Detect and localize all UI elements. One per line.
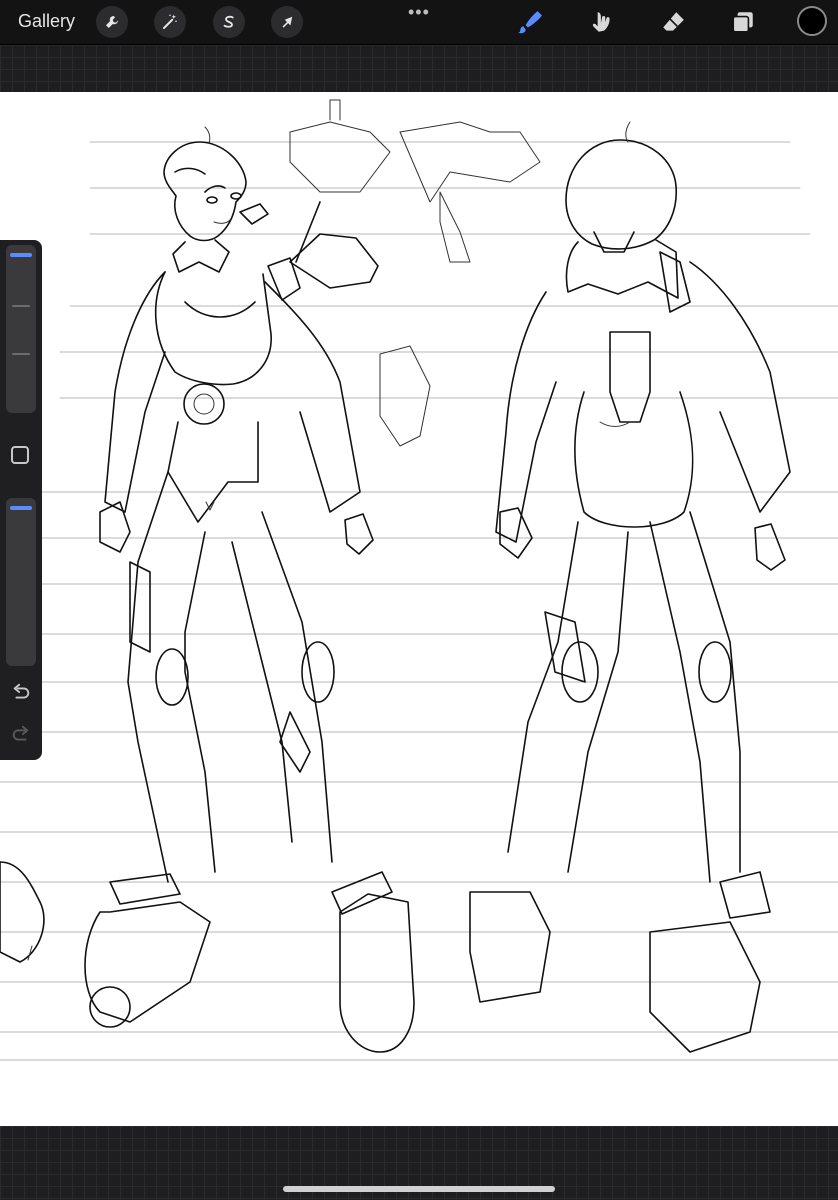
redo-icon[interactable] [10,724,32,746]
home-indicator[interactable] [283,1186,555,1192]
opacity-slider[interactable] [6,498,36,666]
selection-s-icon[interactable] [213,6,245,38]
top-toolbar: Gallery ••• [0,0,838,45]
slider-tick [12,305,30,307]
opacity-thumb[interactable] [10,506,32,510]
brush-icon[interactable] [514,6,546,38]
smudge-icon[interactable] [586,6,618,38]
detail-sketches [0,99,541,963]
gallery-button[interactable]: Gallery [18,11,75,32]
canvas-surround-top [0,45,838,92]
modify-button[interactable] [11,446,29,464]
sketch-artwork [0,99,838,1061]
wrench-icon[interactable] [96,6,128,38]
layers-icon[interactable] [727,6,759,38]
eraser-icon[interactable] [657,6,689,38]
drawing-canvas[interactable] [0,92,838,1126]
slider-tick [12,353,30,355]
color-picker-swatch[interactable] [797,6,827,36]
more-options-button[interactable]: ••• [408,2,430,23]
brush-size-thumb[interactable] [10,253,32,257]
undo-icon[interactable] [10,682,32,704]
magic-wand-icon[interactable] [154,6,186,38]
brush-size-slider[interactable] [6,245,36,413]
front-figure [84,126,415,1053]
arrow-cursor-icon[interactable] [271,6,303,38]
left-sidebar [0,240,42,760]
back-figure [469,121,791,1053]
